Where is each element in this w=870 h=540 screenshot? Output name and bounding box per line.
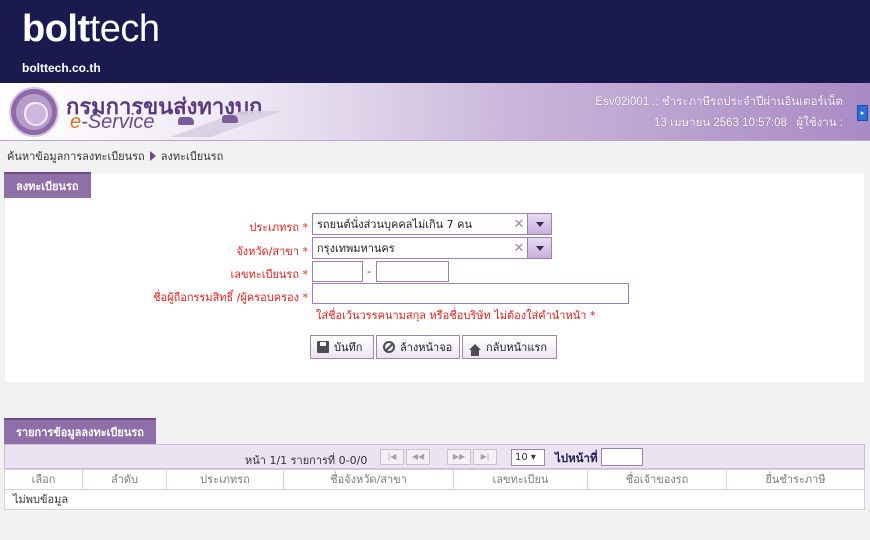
car-icon xyxy=(178,117,194,125)
column-header[interactable]: ชื่อจังหวัด/สาขา xyxy=(284,470,454,489)
breadcrumb: ค้นหาข้อมูลการลงทะเบียนรถ ลงทะเบียนรถ xyxy=(7,147,223,165)
eservice-title: e-Service xyxy=(70,111,154,134)
user-label: ผู้ใช้งาน : xyxy=(796,117,843,129)
vehicle-type-value: รถยนต์นั่งส่วนบุคคลไม่เกิน 7 คน xyxy=(317,218,473,231)
province-value: กรุงเทพมหานคร xyxy=(317,242,395,255)
eservice-rest: -Service xyxy=(81,111,155,133)
system-info: Esv02i001 :: ชำระภาษีรถประจำปีผ่านอินเตอ… xyxy=(595,92,843,134)
first-page-icon[interactable]: |◀ xyxy=(380,449,404,465)
logo-bold-text: bolt xyxy=(22,8,90,50)
next-page-icon[interactable]: ▶▶ xyxy=(447,449,471,465)
home-button[interactable]: กลับหน้าแรก xyxy=(462,335,557,359)
empty-table-row: ไม่พบข้อมูล xyxy=(4,490,865,510)
system-code: Esv02i001 :: ชำระภาษีรถประจำปีผ่านอินเตอ… xyxy=(595,96,843,108)
department-seal-icon xyxy=(9,87,59,137)
save-button-label: บันทึก xyxy=(334,341,363,354)
goto-page-input[interactable] xyxy=(601,448,643,466)
column-header[interactable]: ยื่นชำระภาษี xyxy=(727,470,864,489)
chevron-down-icon[interactable] xyxy=(527,237,552,259)
form-title: ลงทะเบียนรถ xyxy=(4,172,91,198)
pager-info: หน้า 1/1 รายการที่ 0-0/0 xyxy=(245,454,368,467)
results-pager: หน้า 1/1 รายการที่ 0-0/0 |◀ ◀◀ ▶▶ ▶| 10 … xyxy=(4,444,865,469)
vehicle-type-label: ประเภทรถ * xyxy=(249,221,308,234)
home-icon xyxy=(469,344,481,356)
clear-icon xyxy=(383,341,395,353)
vehicle-type-select[interactable]: รถยนต์นั่งส่วนบุคคลไม่เกิน 7 คน ✕ xyxy=(312,213,552,235)
owner-label: ชื่อผู้ถือกรรมสิทธิ์ /ผู้ครอบครอง * xyxy=(153,291,308,304)
owner-name-input[interactable] xyxy=(312,283,629,304)
eservice-header: กรมการขนส่งทางบก e-Service Esv02i001 :: … xyxy=(0,83,870,141)
results-table-header: เลือก ลำดับ ประเภทรถ ชื่อจังหวัด/สาขา เล… xyxy=(4,469,865,490)
column-header[interactable]: ชื่อเจ้าของรถ xyxy=(588,470,727,489)
home-button-label: กลับหน้าแรก xyxy=(486,341,547,354)
plate-label: เลขทะเบียนรถ * xyxy=(230,268,308,281)
page-size-value: 10 xyxy=(515,452,528,463)
logo-light-text: tech xyxy=(89,8,160,50)
car-icon xyxy=(222,115,238,123)
save-button[interactable]: บันทึก xyxy=(310,335,374,359)
breadcrumb-arrow-icon xyxy=(149,151,156,161)
goto-page-label: ไปหน้าที่ xyxy=(555,451,598,465)
current-datetime: 13 เมษายน 2563 10:57:08 xyxy=(654,117,787,129)
column-header[interactable]: เลขทะเบียน xyxy=(454,470,588,489)
column-header[interactable]: ประเภทรถ xyxy=(167,470,284,489)
eservice-prefix: e xyxy=(70,111,82,133)
prev-page-icon[interactable]: ◀◀ xyxy=(406,449,430,465)
owner-hint: ใส่ชื่อเว้นวรรคนามสกุล หรือชื่อบริษัท ไม… xyxy=(316,309,596,322)
clear-x-icon[interactable]: ✕ xyxy=(511,241,527,256)
brand-domain: bolttech.co.th xyxy=(22,61,101,75)
breadcrumb-parent[interactable]: ค้นหาข้อมูลการลงทะเบียนรถ xyxy=(7,150,145,163)
plate-separator: - xyxy=(367,265,371,278)
province-label: จังหวัด/สาขา * xyxy=(236,245,308,258)
side-panel-toggle[interactable]: ▸ xyxy=(857,105,868,121)
clear-x-icon[interactable]: ✕ xyxy=(511,217,527,232)
province-select[interactable]: กรุงเทพมหานคร ✕ xyxy=(312,237,552,259)
column-header[interactable]: เลือก xyxy=(5,470,83,489)
plate-prefix-input[interactable] xyxy=(312,261,363,282)
plate-number-input[interactable] xyxy=(376,261,449,282)
chevron-down-icon[interactable] xyxy=(527,213,552,235)
results-title: รายการข้อมูลลงทะเบียนรถ xyxy=(4,418,156,444)
last-page-icon[interactable]: ▶| xyxy=(473,449,497,465)
clear-button[interactable]: ล้างหน้าจอ xyxy=(376,335,460,359)
brand-bar: bolttech bolttech.co.th xyxy=(0,0,870,83)
bolttech-logo[interactable]: bolttech xyxy=(22,8,160,51)
clear-button-label: ล้างหน้าจอ xyxy=(400,341,453,354)
column-header[interactable]: ลำดับ xyxy=(83,470,167,489)
save-icon xyxy=(317,341,329,353)
page-size-select[interactable]: 10 ▾ xyxy=(511,449,545,466)
breadcrumb-current: ลงทะเบียนรถ xyxy=(160,150,224,163)
